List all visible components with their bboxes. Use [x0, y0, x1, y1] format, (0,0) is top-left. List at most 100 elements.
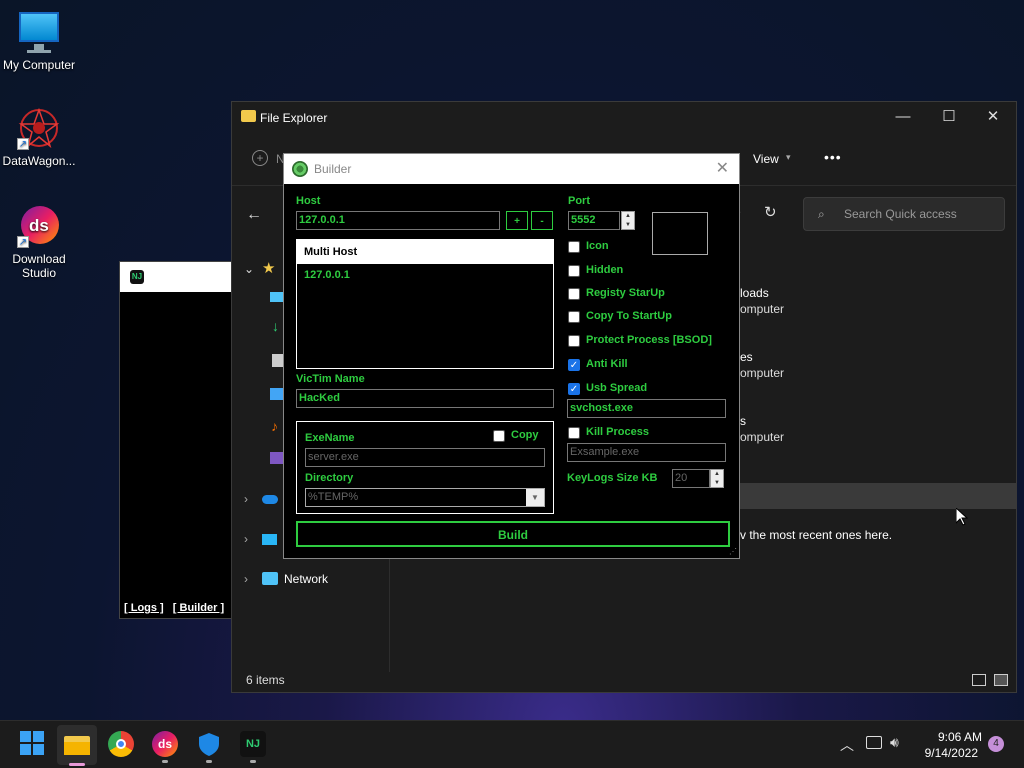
document-icon[interactable]: [272, 354, 283, 367]
protect-process-checkbox[interactable]: [568, 335, 580, 347]
quick-access-chevron-icon[interactable]: ⌄: [244, 262, 254, 276]
explorer-titlebar[interactable]: File Explorer — ☐ ✕: [232, 102, 1016, 132]
tiles-view-icon[interactable]: [994, 674, 1008, 686]
clock-time[interactable]: 9:06 AM: [912, 730, 982, 744]
volume-icon[interactable]: 🔊︎: [890, 734, 899, 751]
search-placeholder: Search Quick access: [844, 207, 957, 221]
file-explorer-taskbar-icon[interactable]: [64, 731, 90, 757]
refresh-icon[interactable]: ↻: [764, 203, 777, 221]
njrat-taskbar-icon[interactable]: NJ: [240, 731, 266, 757]
start-windows-icon[interactable]: [20, 731, 46, 757]
desktop-icon-download-studio[interactable]: ds ↗ Download Studio: [0, 204, 78, 280]
port-spinner[interactable]: ▲ ▼: [621, 211, 635, 230]
onedrive-chevron-icon[interactable]: ›: [244, 492, 248, 506]
builder-title: Builder: [314, 162, 352, 176]
datawagon-logo-icon: ↗: [17, 106, 61, 150]
star-icon[interactable]: ★: [262, 259, 275, 277]
download-studio-logo-icon: ds ↗: [17, 204, 61, 248]
taskbar: ds NJ ︿ 🔊︎ 9:06 AM 9/14/2022 4: [0, 720, 1024, 768]
search-input[interactable]: ⌕ Search Quick access: [803, 197, 1005, 231]
keylogs-size-input[interactable]: 20: [672, 469, 710, 488]
copy-checkbox[interactable]: [493, 430, 505, 442]
port-input[interactable]: 5552: [568, 211, 620, 230]
mouse-cursor-icon: [956, 508, 968, 526]
kill-process-input[interactable]: Exsample.exe: [567, 443, 726, 462]
builder-titlebar[interactable]: Builder ✕: [284, 154, 739, 184]
resize-grip-icon[interactable]: ⋰: [729, 547, 737, 556]
minimize-icon[interactable]: —: [880, 102, 926, 132]
chevron-down-icon: ▾: [786, 152, 791, 162]
anti-kill-checkbox[interactable]: ✓: [568, 359, 580, 371]
copy-to-startup-checkbox[interactable]: [568, 311, 580, 323]
copy-to-startup-label: Copy To StartUp: [586, 310, 672, 322]
recent-item-location: omputer: [740, 430, 785, 444]
desktop-icon[interactable]: [270, 292, 284, 302]
clock-date[interactable]: 9/14/2022: [912, 746, 978, 760]
thispc-chevron-icon[interactable]: ›: [244, 532, 248, 546]
desktop-icon-label: DataWagon...: [2, 154, 76, 168]
onedrive-icon[interactable]: [262, 495, 278, 504]
multi-host-item[interactable]: 127.0.0.1: [297, 264, 553, 286]
njrat-titlebar[interactable]: NJ: [120, 262, 238, 292]
anti-kill-label: Anti Kill: [586, 358, 628, 370]
remove-host-button[interactable]: -: [531, 211, 553, 230]
network-chevron-icon[interactable]: ›: [244, 572, 248, 586]
kill-process-checkbox[interactable]: [568, 427, 580, 439]
desktop-icon-label: Download Studio: [12, 252, 66, 280]
njrat-main-window[interactable]: NJ [ Logs ] [ Builder ]: [119, 261, 239, 619]
download-icon[interactable]: ↓: [272, 318, 279, 334]
back-arrow-icon[interactable]: ←: [246, 206, 262, 224]
close-icon[interactable]: ✕: [970, 102, 1016, 132]
copy-label: Copy: [511, 429, 539, 441]
details-view-icon[interactable]: [972, 674, 986, 686]
recent-item-name[interactable]: es: [740, 350, 753, 364]
download-studio-taskbar-icon[interactable]: ds: [152, 731, 178, 757]
new-icon[interactable]: +: [252, 150, 268, 166]
usb-spread-filename-input[interactable]: svchost.exe: [567, 399, 726, 418]
chrome-icon[interactable]: [108, 731, 134, 757]
multi-host-list[interactable]: Multi Host 127.0.0.1: [296, 239, 554, 369]
music-icon[interactable]: ♪: [271, 418, 278, 434]
usb-spread-checkbox[interactable]: ✓: [568, 383, 580, 395]
explorer-title: File Explorer: [260, 111, 328, 125]
recent-item-name[interactable]: s: [740, 414, 746, 428]
running-indicator: [250, 760, 256, 763]
build-button[interactable]: Build: [296, 521, 730, 547]
victim-name-label: VicTim Name: [296, 373, 365, 385]
view-button[interactable]: View: [753, 152, 779, 166]
notification-badge[interactable]: 4: [988, 736, 1004, 752]
pictures-icon[interactable]: [270, 388, 284, 400]
hidden-checkbox[interactable]: [568, 265, 580, 277]
keylogs-spinner[interactable]: ▲ ▼: [710, 469, 724, 488]
desktop-icon-datawagon[interactable]: ↗ DataWagon...: [0, 106, 78, 168]
logs-link[interactable]: [ Logs ]: [124, 602, 164, 614]
icon-checkbox[interactable]: [568, 241, 580, 253]
active-indicator: [69, 763, 85, 766]
close-icon[interactable]: ✕: [716, 158, 729, 178]
builder-link[interactable]: [ Builder ]: [173, 602, 224, 614]
add-host-button[interactable]: +: [506, 211, 528, 230]
host-input[interactable]: 127.0.0.1: [296, 211, 500, 230]
maximize-icon[interactable]: ☐: [926, 102, 972, 132]
chevron-down-icon[interactable]: ▼: [526, 489, 544, 506]
network-status-icon[interactable]: [866, 736, 882, 749]
network-icon[interactable]: [262, 572, 278, 585]
desktop-icon-my-computer[interactable]: My Computer: [0, 10, 78, 72]
builder-window[interactable]: Builder ✕ Host 127.0.0.1 + - Multi Host …: [283, 153, 740, 559]
recent-files-header[interactable]: [740, 483, 1016, 509]
windows-security-icon[interactable]: [196, 731, 222, 757]
nav-network[interactable]: Network: [284, 572, 328, 586]
registry-startup-checkbox[interactable]: [568, 288, 580, 300]
recent-item-name[interactable]: loads: [740, 286, 769, 300]
recent-files-hint: v the most recent ones here.: [740, 528, 893, 542]
directory-select[interactable]: %TEMP% ▼: [305, 488, 545, 507]
chevron-up-icon[interactable]: ︿: [840, 735, 854, 755]
this-pc-icon[interactable]: [262, 534, 277, 545]
more-options-button[interactable]: •••: [824, 149, 842, 165]
exename-input[interactable]: server.exe: [305, 448, 545, 467]
victim-name-input[interactable]: HacKed: [296, 389, 554, 408]
icon-preview[interactable]: [652, 212, 708, 255]
exename-group: ExeName Copy server.exe Directory %TEMP%…: [296, 421, 554, 514]
running-indicator: [206, 760, 212, 763]
videos-icon[interactable]: [270, 452, 284, 464]
